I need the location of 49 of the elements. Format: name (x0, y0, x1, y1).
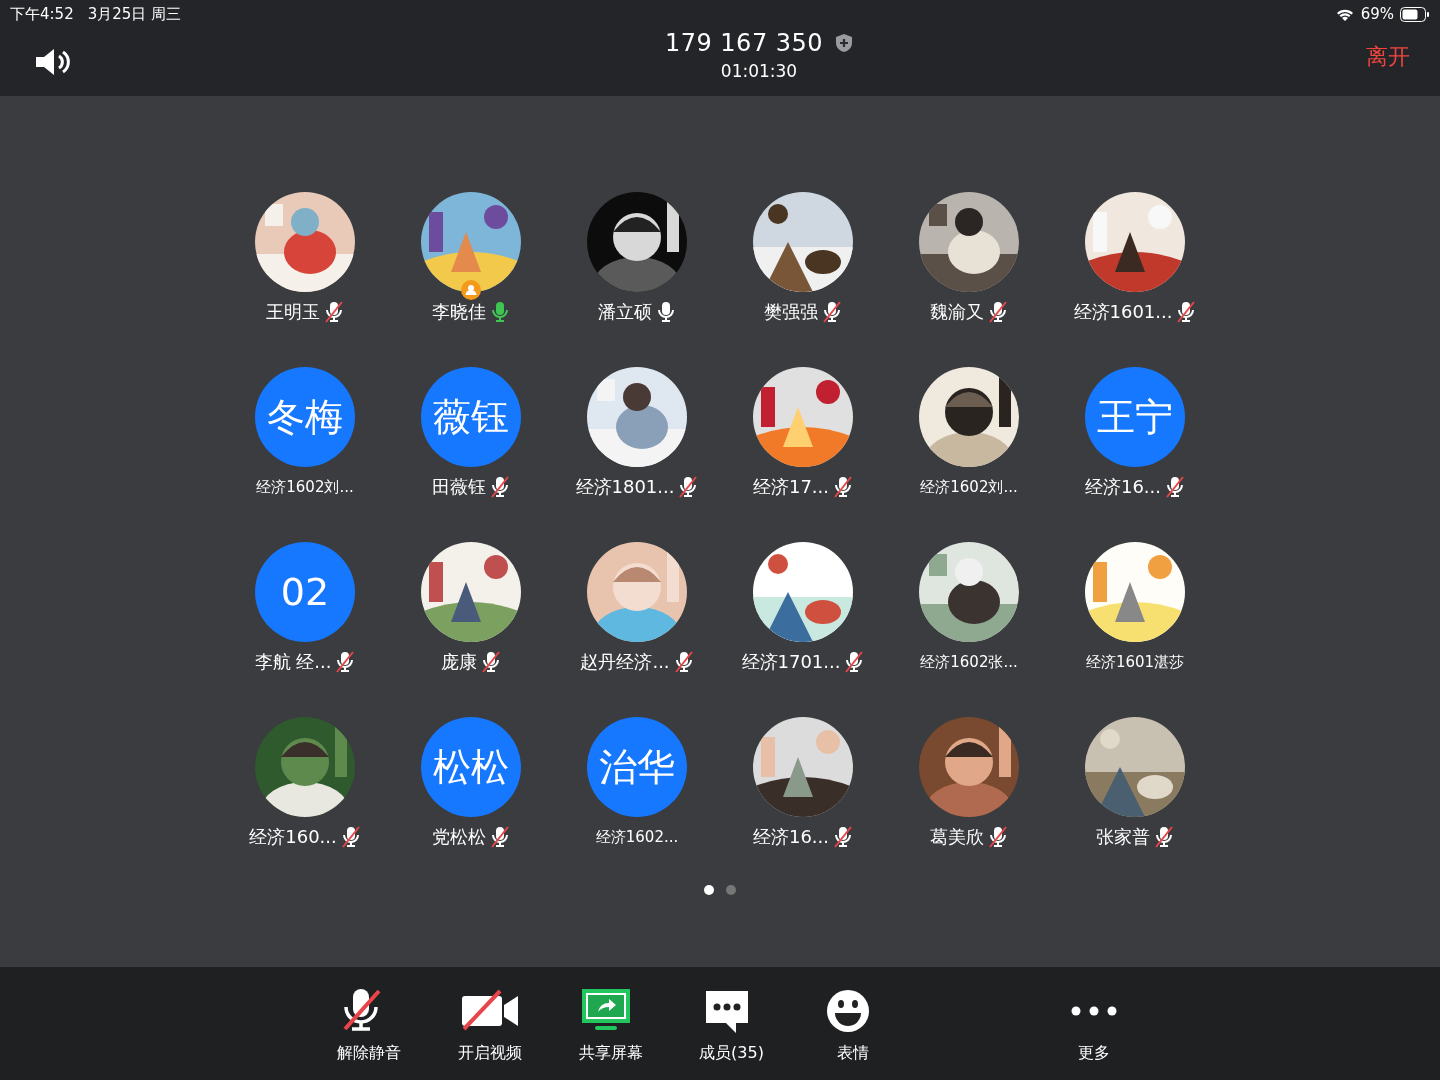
meeting-duration: 01:01:30 (720, 61, 798, 81)
toolbar-button[interactable]: 表情 (792, 967, 913, 1080)
avatar-initials: 02 (255, 542, 355, 642)
toolbar-button[interactable]: 共享屏幕 (550, 967, 671, 1080)
participant-name: 经济1601... (1073, 300, 1173, 324)
participant-name: 经济16... (752, 825, 830, 849)
avatar-initials: 松松 (421, 717, 521, 817)
participant-name: 李晓佳 (432, 300, 486, 324)
leave-button[interactable]: 离开 (1366, 42, 1410, 72)
participant-name: 魏渝又 (930, 300, 984, 324)
participant-name: 赵丹经济... (580, 650, 670, 674)
page-dot[interactable] (726, 885, 736, 895)
participant-name: 党松松 (432, 825, 486, 849)
participant-name: 田薇钰 (432, 475, 486, 499)
participant-name: 葛美欣 (930, 825, 984, 849)
participant-name: 张家普 (1096, 825, 1150, 849)
shield-icon (835, 33, 854, 53)
battery-icon (1400, 6, 1430, 22)
avatar-initials: 薇钰 (421, 367, 521, 467)
speaker-icon (34, 47, 72, 77)
participant-name: 潘立硕 (598, 300, 652, 324)
status-date: 3月25日 周三 (87, 4, 182, 24)
toolbar-button[interactable]: 成员(35) (671, 967, 792, 1080)
avatar-initials: 冬梅 (255, 367, 355, 467)
more-dots-icon (1070, 1006, 1117, 1016)
toolbar-button[interactable]: 开启视频 (429, 967, 550, 1080)
participant-name: 庞康 (441, 650, 477, 674)
toolbar-button[interactable]: 解除静音 (308, 967, 429, 1080)
participant-name: 王明玉 (266, 300, 320, 324)
participant-name: 李航 经... (254, 650, 332, 674)
participant-name: 经济1602刘... (256, 477, 354, 497)
participant-name: 樊强强 (764, 300, 818, 324)
participant-name: 经济1602... (595, 827, 679, 847)
participant-name: 经济16... (1084, 475, 1162, 499)
speaker-button[interactable] (34, 47, 72, 77)
participant-name: 经济1602刘... (920, 477, 1018, 497)
participant-name: 经济17... (752, 475, 830, 499)
battery-percent: 69% (1360, 5, 1394, 23)
participant-name: 经济160... (249, 825, 337, 849)
toolbar-button[interactable]: 更多 (1033, 967, 1154, 1080)
participant-name: 经济1602张... (920, 652, 1018, 672)
participant-name: 经济1601湛莎 (1085, 652, 1185, 672)
status-time: 下午4:52 (10, 4, 74, 24)
meeting-id: 179 167 350 (664, 29, 824, 57)
page-dot[interactable] (704, 885, 714, 895)
participant-name: 经济1801... (575, 475, 675, 499)
avatar-initials: 王宁 (1085, 367, 1185, 467)
avatar-initials: 治华 (587, 717, 687, 817)
participant-name: 经济1701... (741, 650, 841, 674)
